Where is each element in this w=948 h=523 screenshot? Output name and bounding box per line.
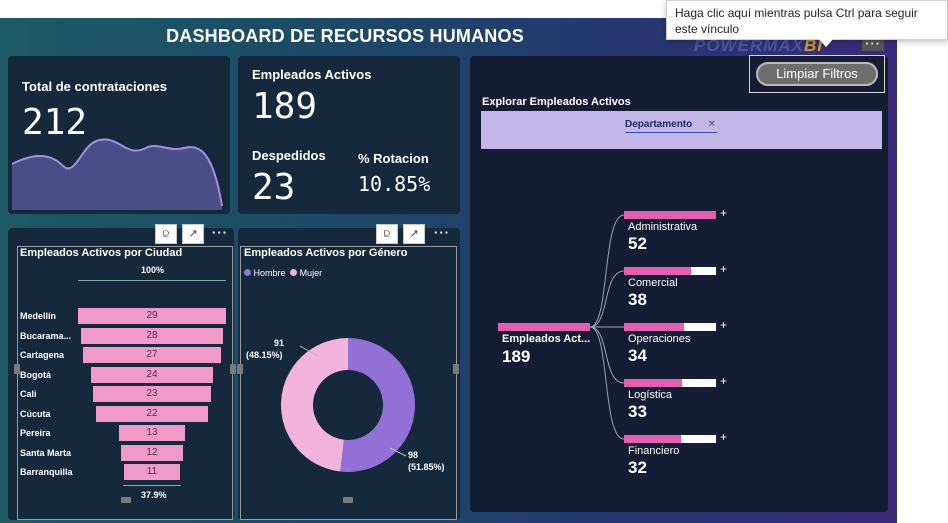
- funnel-selection-frame: [17, 246, 233, 520]
- tree-expand-icon-0[interactable]: +: [720, 206, 727, 220]
- tree-node-label-0: Administrativa: [628, 221, 698, 233]
- tree-connector-3: [589, 326, 625, 384]
- kpi-active-value: 189: [252, 86, 318, 127]
- donut-handle-left[interactable]: [237, 364, 243, 374]
- donut-handle-right[interactable]: [453, 364, 459, 374]
- donut-filter-button[interactable]: ⫒: [376, 224, 398, 244]
- tree-expand-icon-1[interactable]: +: [720, 262, 727, 276]
- tree-node-value-3: 33: [628, 402, 647, 421]
- tree-connector-0: [589, 214, 625, 328]
- donut-more-options[interactable]: ···: [434, 225, 450, 240]
- kpi-rotation-label: % Rotacion: [358, 151, 429, 166]
- tree-expand-icon-2[interactable]: +: [720, 318, 727, 332]
- donut-focus-button[interactable]: ↗: [403, 224, 425, 244]
- kpi-total-hires-card[interactable]: Total de contrataciones 212: [8, 56, 230, 214]
- kpi-fired-value: 23: [252, 167, 296, 208]
- tree-node-value-2: 34: [628, 346, 647, 365]
- tree-node-label-1: Comercial: [628, 277, 678, 289]
- report-canvas: DASHBOARD DE RECURSOS HUMANOS POWERMAXBI…: [0, 18, 897, 523]
- tree-root-label: Empleados Act...: [502, 333, 591, 345]
- tree-node-value-1: 38: [628, 290, 647, 309]
- tree-node-bar-4[interactable]: [624, 435, 681, 443]
- clear-filters-frame[interactable]: Limpiar Filtros: [749, 55, 885, 93]
- tree-node-bar-0[interactable]: [624, 211, 716, 219]
- tree-connector-lines: [589, 214, 625, 440]
- tree-root-bar[interactable]: [498, 323, 590, 331]
- tree-node-bar-1[interactable]: [624, 267, 692, 275]
- tree-connector-1: [589, 270, 625, 328]
- tree-node-label-3: Logística: [628, 389, 673, 401]
- funnel-focus-button[interactable]: ↗: [182, 224, 204, 244]
- tree-expand-icon-4[interactable]: +: [720, 430, 727, 444]
- decomposition-tree-card[interactable]: Explorar Empleados Activos Departamento …: [470, 56, 888, 512]
- funnel-handle-bottom[interactable]: [121, 497, 131, 503]
- link-tooltip: Haga clic aquí mientras pulsa Ctrl para …: [666, 0, 948, 40]
- funnel-handle-left[interactable]: [14, 364, 20, 374]
- kpi-active-employees-card[interactable]: Empleados Activos 189 Despedidos 23 % Ro…: [238, 56, 460, 214]
- funnel-filter-button[interactable]: ⫒: [155, 224, 177, 244]
- page-title: DASHBOARD DE RECURSOS HUMANOS: [166, 26, 524, 46]
- kpi-fired-label: Despedidos: [252, 148, 326, 163]
- tree-connector-4: [589, 326, 625, 440]
- tree-node-label-2: Operaciones: [628, 333, 691, 345]
- tooltip-pointer: [818, 38, 834, 47]
- kpi-rotation-value: 10.85%: [358, 172, 431, 196]
- clear-filters-button[interactable]: Limpiar Filtros: [756, 62, 878, 86]
- hires-sparkline: [11, 138, 223, 210]
- funnel-handle-right[interactable]: [230, 364, 236, 374]
- tree-expand-icon-3[interactable]: +: [720, 374, 727, 388]
- donut-selection-frame: [240, 246, 457, 520]
- tree-node-bar-2[interactable]: [624, 323, 685, 331]
- donut-handle-bottom[interactable]: [343, 497, 353, 503]
- tree-node-value-4: 32: [628, 458, 647, 477]
- tree-node-label-4: Financiero: [628, 445, 680, 457]
- tree-root-value: 189: [502, 347, 531, 366]
- tree-node-bar-3[interactable]: [624, 379, 683, 387]
- tree-node-value-0: 52: [628, 234, 647, 253]
- funnel-more-options[interactable]: ···: [212, 225, 228, 240]
- kpi-active-label: Empleados Activos: [252, 67, 372, 82]
